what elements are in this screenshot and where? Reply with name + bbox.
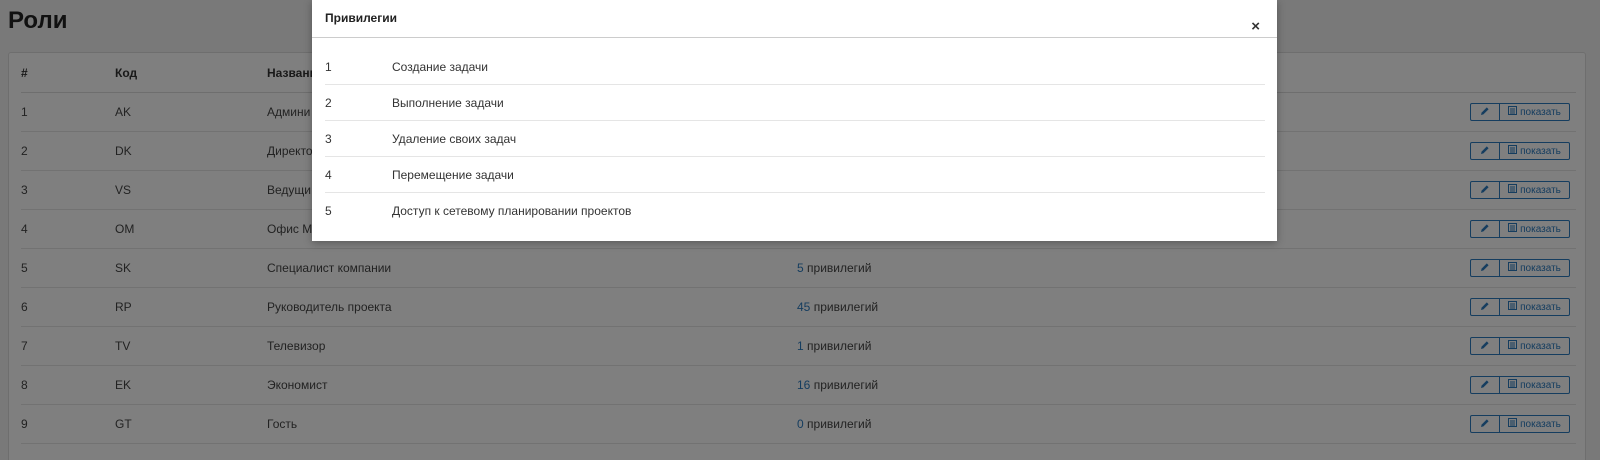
list-item: 2 Выполнение задачи bbox=[325, 85, 1265, 121]
privilege-name: Выполнение задачи bbox=[392, 95, 504, 110]
privilege-num: 1 bbox=[325, 59, 332, 74]
privileges-list: 1 Создание задачи 2 Выполнение задачи 3 Удале… bbox=[325, 49, 1265, 228]
list-item: 4 Перемещение задачи bbox=[325, 157, 1265, 193]
privilege-name: Удаление своих задач bbox=[392, 131, 517, 146]
privilege-num: 2 bbox=[325, 95, 332, 110]
privilege-name: Доступ к сетевому планировании проектов bbox=[392, 203, 632, 218]
privilege-num: 4 bbox=[325, 167, 332, 182]
privileges-modal: Привилегии × 1 Создание задачи 2 Выполнение… bbox=[312, 0, 1277, 241]
privilege-name: Перемещение задачи bbox=[392, 167, 514, 182]
list-item: 5 Доступ к сетевому планировании проектов bbox=[325, 193, 1265, 228]
privilege-num: 5 bbox=[325, 203, 332, 218]
page: Роли # Код Название 1AKАдминипоказать2DK… bbox=[0, 0, 1600, 460]
privilege-name: Создание задачи bbox=[392, 59, 488, 74]
list-item: 3 Удаление своих задач bbox=[325, 121, 1265, 157]
list-item: 1 Создание задачи bbox=[325, 49, 1265, 85]
close-icon[interactable]: × bbox=[1251, 19, 1260, 34]
privilege-num: 3 bbox=[325, 131, 332, 146]
modal-title: Привилегии bbox=[325, 11, 397, 25]
modal-header: Привилегии × bbox=[312, 0, 1277, 38]
